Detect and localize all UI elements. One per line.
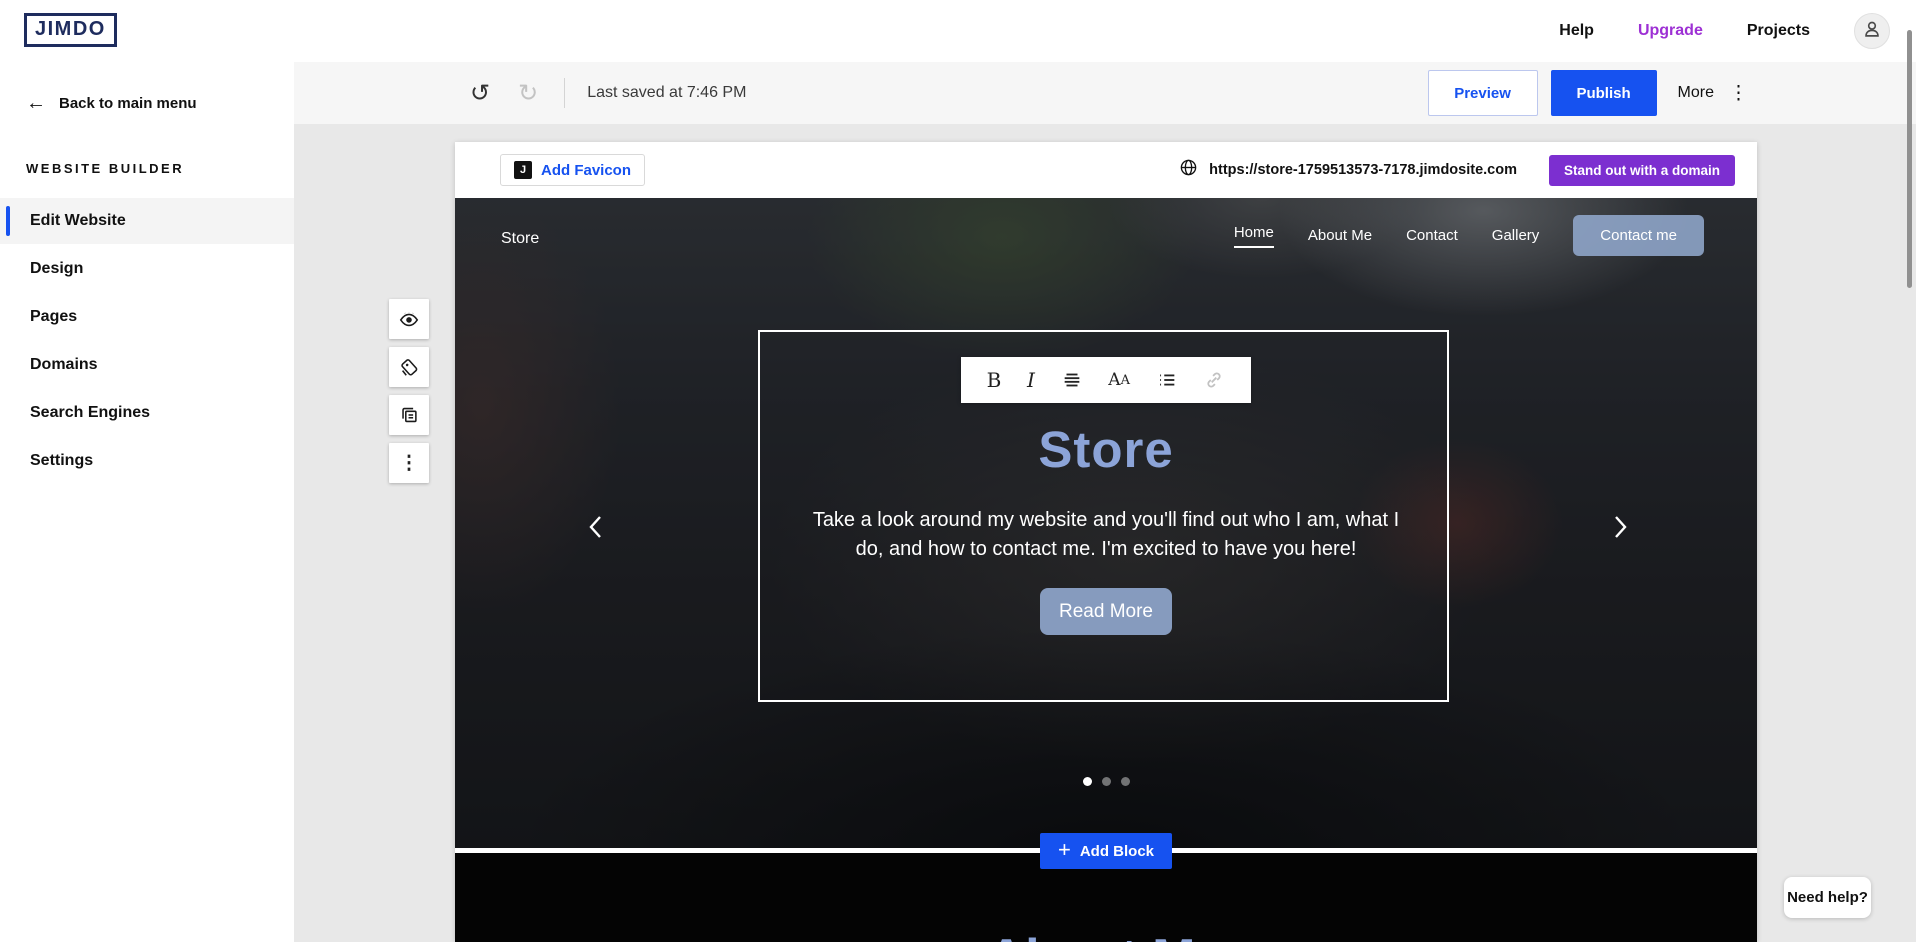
vertical-dots-icon: ⋮ bbox=[400, 452, 419, 475]
text-format-toolbar: B I AA bbox=[961, 357, 1251, 403]
back-arrow-icon: ← bbox=[26, 92, 46, 115]
italic-icon[interactable]: I bbox=[1027, 368, 1035, 392]
sidebar-item-domains[interactable]: Domains bbox=[0, 342, 294, 388]
block-tools: ⋮ bbox=[389, 299, 429, 483]
page-scrollbar[interactable] bbox=[1907, 30, 1912, 288]
header-links: Help Upgrade Projects bbox=[1559, 0, 1890, 62]
eye-icon bbox=[398, 308, 420, 330]
projects-link[interactable]: Projects bbox=[1747, 22, 1810, 40]
domain-upsell-button[interactable]: Stand out with a domain bbox=[1549, 155, 1735, 186]
editor-toolbar: ↺ ↻ Last saved at 7:46 PM Preview Publis… bbox=[294, 62, 1916, 124]
site-url-group: https://store-1759513573-7178.jimdosite.… bbox=[1179, 142, 1517, 198]
sidebar-section-title: WEBSITE BUILDER bbox=[0, 115, 294, 176]
font-style-icon[interactable]: AA bbox=[1108, 370, 1130, 390]
hero-block[interactable]: Store Home About Me Contact Gallery Cont… bbox=[455, 198, 1757, 848]
read-more-button[interactable]: Read More bbox=[1040, 588, 1172, 635]
sidebar-item-edit-website[interactable]: Edit Website bbox=[0, 198, 294, 244]
bold-icon[interactable]: B bbox=[987, 368, 1002, 392]
sidebar-item-design[interactable]: Design bbox=[0, 246, 294, 292]
user-icon bbox=[1861, 18, 1883, 45]
redo-icon[interactable]: ↻ bbox=[518, 79, 538, 107]
add-block-button[interactable]: + Add Block bbox=[1040, 833, 1172, 869]
carousel-dot-3[interactable] bbox=[1121, 777, 1130, 786]
preview-button[interactable]: Preview bbox=[1428, 70, 1538, 116]
publish-button[interactable]: Publish bbox=[1551, 70, 1657, 116]
preview-topbar: J Add Favicon https://store-1759513573-7… bbox=[455, 142, 1757, 198]
globe-icon bbox=[1179, 158, 1198, 182]
site-nav-home[interactable]: Home bbox=[1234, 224, 1274, 248]
carousel-next-icon[interactable] bbox=[1603, 510, 1637, 544]
carousel-dots bbox=[455, 777, 1757, 786]
site-nav-contact[interactable]: Contact bbox=[1406, 227, 1458, 244]
carousel-dot-2[interactable] bbox=[1102, 777, 1111, 786]
bullet-list-icon[interactable] bbox=[1156, 369, 1178, 391]
site-nav-gallery[interactable]: Gallery bbox=[1492, 227, 1540, 244]
site-navbar: Home About Me Contact Gallery Contact me bbox=[1234, 215, 1704, 256]
sidebar: ← Back to main menu WEBSITE BUILDER Edit… bbox=[0, 62, 294, 942]
style-swatch-icon bbox=[398, 356, 420, 378]
duplicate-button[interactable] bbox=[389, 395, 429, 435]
site-logo-text[interactable]: Store bbox=[501, 230, 539, 248]
undo-icon[interactable]: ↺ bbox=[470, 79, 490, 107]
visibility-button[interactable] bbox=[389, 299, 429, 339]
style-button[interactable] bbox=[389, 347, 429, 387]
toolbar-divider bbox=[564, 78, 565, 108]
sidebar-nav: Edit Website Design Pages Domains Search… bbox=[0, 198, 294, 484]
hero-title[interactable]: Store bbox=[455, 420, 1757, 479]
toolbar-right: Preview Publish More ⋮ bbox=[1428, 70, 1748, 116]
about-me-title: About Me bbox=[455, 928, 1757, 942]
more-dots-icon[interactable]: ⋮ bbox=[1729, 82, 1748, 105]
contact-me-button[interactable]: Contact me bbox=[1573, 215, 1704, 256]
back-to-main-menu[interactable]: ← Back to main menu bbox=[0, 62, 294, 115]
carousel-prev-icon[interactable] bbox=[579, 510, 613, 544]
back-label: Back to main menu bbox=[59, 95, 197, 112]
site-nav-about-me[interactable]: About Me bbox=[1308, 227, 1372, 244]
copy-icon bbox=[398, 404, 420, 426]
add-favicon-button[interactable]: J Add Favicon bbox=[500, 154, 645, 186]
account-avatar[interactable] bbox=[1854, 13, 1890, 49]
app-header: JIMDO Help Upgrade Projects bbox=[0, 0, 1916, 62]
sidebar-item-settings[interactable]: Settings bbox=[0, 438, 294, 484]
need-help-button[interactable]: Need help? bbox=[1784, 877, 1871, 918]
site-preview: J Add Favicon https://store-1759513573-7… bbox=[455, 142, 1757, 942]
sidebar-item-pages[interactable]: Pages bbox=[0, 294, 294, 340]
upgrade-link[interactable]: Upgrade bbox=[1638, 22, 1703, 40]
favicon-placeholder-icon: J bbox=[514, 161, 532, 179]
carousel-dot-1[interactable] bbox=[1083, 777, 1092, 786]
plus-icon: + bbox=[1058, 837, 1071, 863]
help-link[interactable]: Help bbox=[1559, 22, 1594, 40]
toolbar-left: ↺ ↻ Last saved at 7:46 PM bbox=[470, 62, 746, 124]
block-more-button[interactable]: ⋮ bbox=[389, 443, 429, 483]
link-icon[interactable] bbox=[1203, 369, 1225, 391]
site-url[interactable]: https://store-1759513573-7178.jimdosite.… bbox=[1209, 162, 1517, 178]
more-button[interactable]: More bbox=[1678, 84, 1714, 102]
hero-paragraph[interactable]: Take a look around my website and you'll… bbox=[806, 506, 1406, 564]
last-saved-status: Last saved at 7:46 PM bbox=[587, 84, 746, 102]
jimdo-logo[interactable]: JIMDO bbox=[24, 13, 117, 47]
sidebar-item-search-engines[interactable]: Search Engines bbox=[0, 390, 294, 436]
align-icon[interactable] bbox=[1061, 369, 1083, 391]
